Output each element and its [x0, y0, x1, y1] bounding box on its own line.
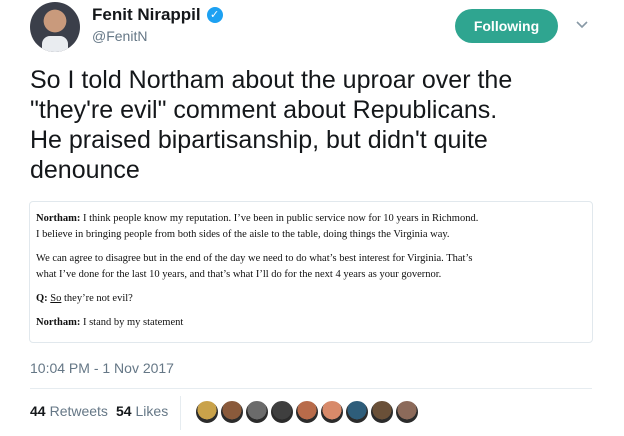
card-speaker: Northam:: [36, 317, 81, 328]
liker-avatar[interactable]: [395, 400, 419, 424]
card-line: I believe in bringing people from both s…: [36, 229, 450, 240]
card-text: I think people know my reputation. I’ve …: [82, 213, 479, 224]
liker-avatar[interactable]: [245, 400, 269, 424]
retweets-label: Retweets: [49, 403, 108, 419]
likes-label: Likes: [135, 403, 169, 419]
likes-stat[interactable]: 54 Likes: [116, 403, 168, 419]
liker-avatar[interactable]: [270, 400, 294, 424]
author-name-row: Fenit Nirappil ✓: [92, 5, 223, 25]
author-avatar[interactable]: [30, 2, 80, 52]
card-question-label: Q:: [36, 293, 48, 304]
card-line: We can agree to disagree but in the end …: [36, 253, 473, 264]
engagement-stats: 44 Retweets 54 Likes: [30, 403, 168, 419]
divider: [30, 388, 592, 389]
liker-avatar[interactable]: [320, 400, 344, 424]
liker-avatar[interactable]: [345, 400, 369, 424]
retweets-stat[interactable]: 44 Retweets: [30, 403, 108, 419]
tweet-text: So I told Northam about the uproar over …: [30, 65, 605, 185]
card-text: I stand by my statement: [82, 317, 184, 328]
liker-avatar[interactable]: [195, 400, 219, 424]
quote-image-card[interactable]: Northam: I think people know my reputati…: [29, 201, 593, 343]
card-line: Q: So they’re not evil?: [36, 293, 133, 304]
tweet-text-line: He praised bipartisanship, but didn't qu…: [30, 126, 488, 154]
verified-badge-icon: ✓: [206, 7, 223, 23]
liker-avatar[interactable]: [295, 400, 319, 424]
retweets-count: 44: [30, 403, 46, 419]
card-line: Northam: I stand by my statement: [36, 317, 183, 328]
liker-avatars: [195, 400, 420, 424]
tweet-text-line: denounce: [30, 156, 140, 184]
author-handle[interactable]: @FenitN: [92, 28, 147, 44]
tweet-timestamp[interactable]: 10:04 PM - 1 Nov 2017: [30, 360, 174, 376]
tweet-text-line: "they're evil" comment about Republicans…: [30, 96, 498, 124]
likes-count: 54: [115, 403, 132, 419]
chevron-down-icon[interactable]: [574, 18, 590, 32]
divider: [180, 396, 181, 430]
card-line: Northam: I think people know my reputati…: [36, 213, 478, 224]
card-line: what I’ve done for the last 10 years, an…: [36, 269, 442, 280]
liker-avatar[interactable]: [370, 400, 394, 424]
card-speaker: Northam:: [36, 213, 81, 224]
following-button[interactable]: Following: [455, 9, 558, 43]
card-text: they’re not evil?: [64, 293, 133, 304]
liker-avatar[interactable]: [220, 400, 244, 424]
card-underlined-word: So: [50, 293, 62, 304]
author-display-name[interactable]: Fenit Nirappil: [92, 5, 201, 25]
tweet-text-line: So I told Northam about the uproar over …: [30, 66, 513, 94]
